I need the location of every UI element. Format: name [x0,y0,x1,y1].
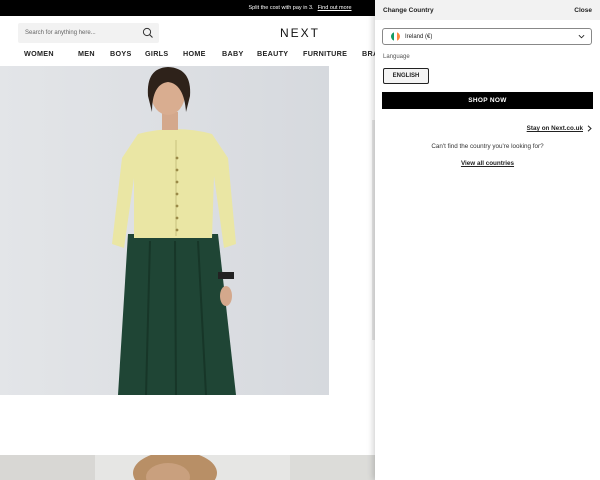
nav-item-women[interactable]: WOMEN [24,49,78,58]
cant-find-text: Can't find the country you're looking fo… [431,143,544,150]
secondary-hero-illustration [0,455,375,480]
nav-item-home[interactable]: HOME [183,49,222,58]
search-input[interactable]: Search for anything here... [18,23,159,43]
ireland-flag-icon [391,32,400,41]
main-nav: WOMEN MEN BOYS GIRLS HOME BABY BEAUTY FU… [24,49,395,58]
hero-image[interactable] [0,66,329,395]
stay-link-label: Stay on Next.co.uk [526,125,583,132]
country-select[interactable]: Ireland (€) [382,28,592,45]
nav-item-boys[interactable]: BOYS [110,49,145,58]
hero-illustration [0,66,329,395]
nav-item-girls[interactable]: GIRLS [145,49,183,58]
stay-link[interactable]: Stay on Next.co.uk [527,125,592,132]
shop-now-button[interactable]: SHOP NOW [382,92,593,109]
panel-header: Change Country Close [375,0,600,20]
nav-item-beauty[interactable]: BEAUTY [257,49,303,58]
change-country-panel: Change Country Close Ireland (€) Languag… [375,0,600,480]
view-all-countries-link[interactable]: View all countries [375,160,600,167]
close-button[interactable]: Close [574,7,592,14]
chevron-down-icon [578,34,585,39]
nav-item-furniture[interactable]: FURNITURE [303,49,362,58]
language-option-english[interactable]: ENGLISH [383,68,429,84]
panel-title: Change Country [383,6,434,14]
promo-link[interactable]: Find out more [318,5,352,11]
next-logo[interactable]: NEXT [280,26,320,40]
language-label: Language [383,54,410,60]
chevron-right-icon [587,125,592,132]
secondary-hero-image[interactable] [0,455,375,480]
search-placeholder: Search for anything here... [25,30,96,36]
search-icon[interactable] [142,27,154,39]
nav-item-baby[interactable]: BABY [222,49,257,58]
selected-country: Ireland (€) [405,33,433,40]
promo-text: Split the cost with pay in 3. [248,5,314,11]
nav-item-men[interactable]: MEN [78,49,110,58]
